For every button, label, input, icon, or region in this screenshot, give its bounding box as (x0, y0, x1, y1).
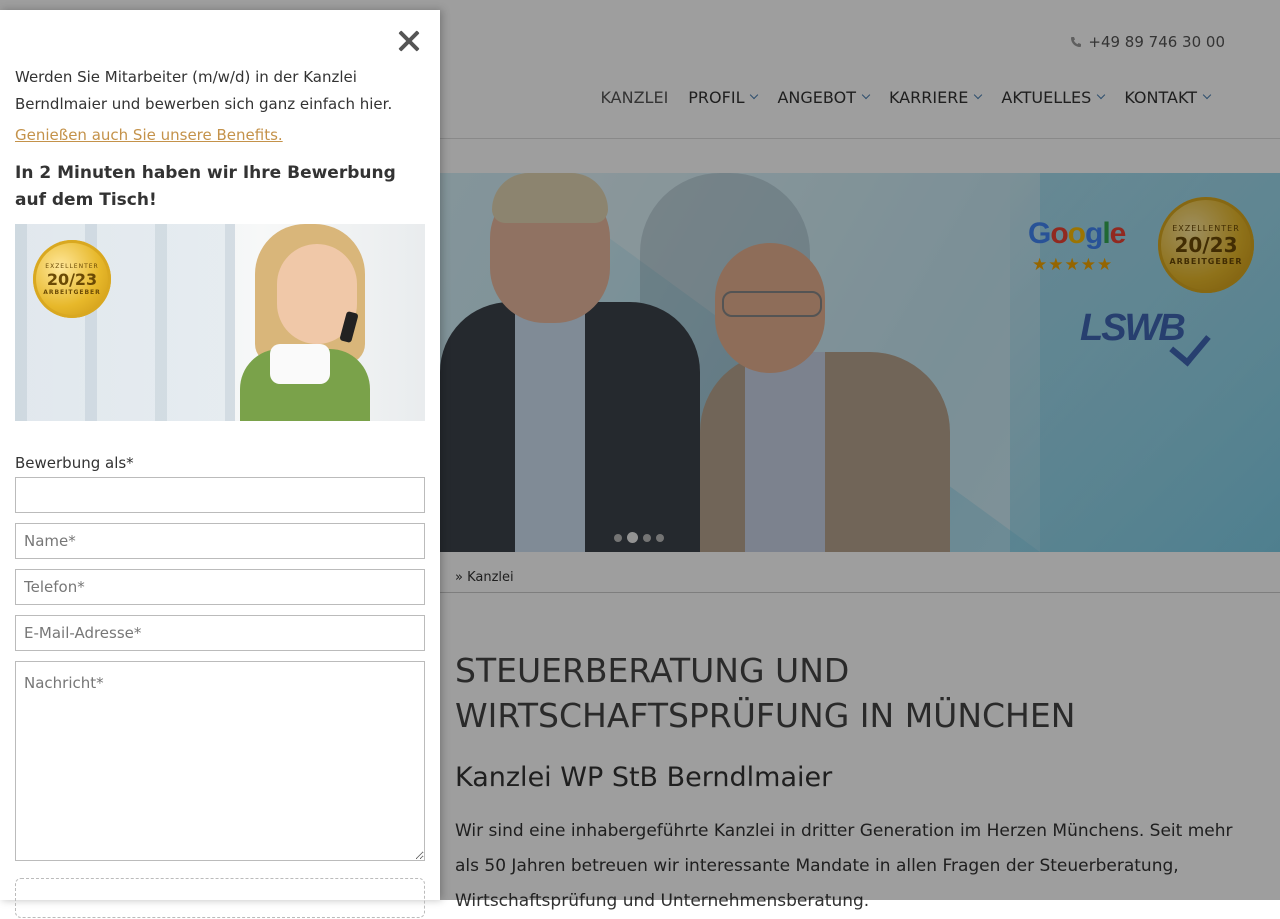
employer-seal: EXZELLENTER 20/23 ARBEITGEBER (33, 240, 111, 318)
application-panel: Werden Sie Mitarbeiter (m/w/d) in der Ka… (0, 10, 440, 918)
panel-headline: In 2 Minuten haben wir Ihre Bewerbung au… (15, 163, 396, 210)
seal-year-b: 23 (74, 269, 98, 289)
email-input[interactable] (15, 615, 425, 651)
seal-year-a: 20 (46, 269, 70, 289)
woman-collar (270, 344, 330, 384)
panel-intro: Werden Sie Mitarbeiter (m/w/d) in der Ka… (15, 68, 393, 113)
name-input[interactable] (15, 523, 425, 559)
benefits-link[interactable]: Genießen auch Sie unsere Benefits. (15, 126, 283, 144)
message-textarea[interactable] (15, 661, 425, 861)
phone-input[interactable] (15, 569, 425, 605)
file-upload-dropzone[interactable] (15, 878, 425, 918)
position-input[interactable] (15, 477, 425, 513)
seal-year: 20/23 (46, 269, 98, 289)
close-icon[interactable] (396, 28, 422, 54)
position-label: Bewerbung als* (15, 454, 134, 472)
seal-bottom-text: ARBEITGEBER (43, 288, 101, 296)
seal-top-text: EXZELLENTER (45, 262, 99, 270)
recruiting-image: EXZELLENTER 20/23 ARBEITGEBER (15, 224, 425, 421)
